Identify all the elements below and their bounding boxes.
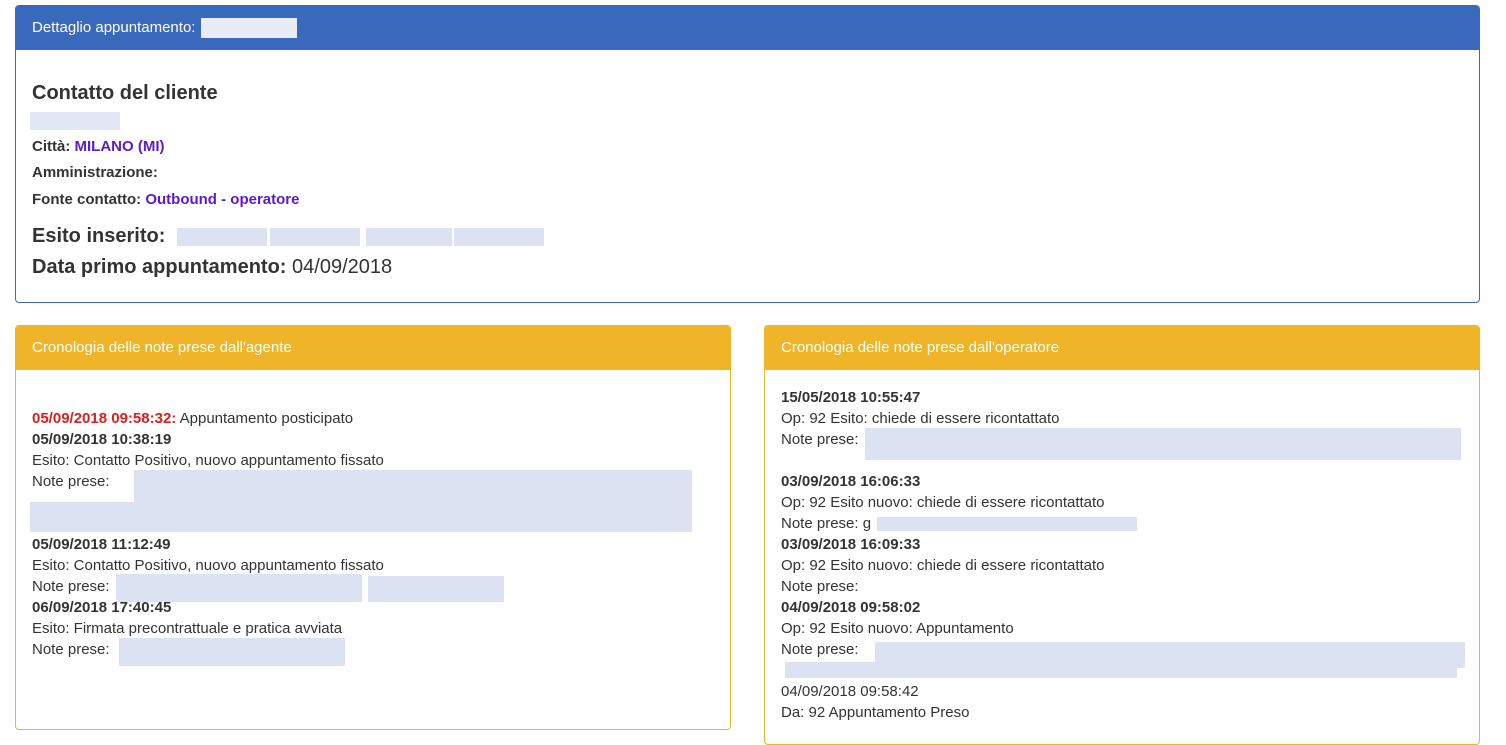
city-label: Città: bbox=[32, 138, 71, 155]
operator-entry-timestamp: 15/05/2018 10:55:47 bbox=[781, 389, 921, 406]
agent-notes-redacted bbox=[116, 574, 362, 602]
operator-extra-text: Da: 92 Appuntamento Preso bbox=[781, 704, 970, 721]
operator-entry-esito: Op: 92 Esito nuovo: chiede di essere ric… bbox=[781, 494, 1105, 511]
first-appt-label: Data primo appuntamento: bbox=[32, 256, 287, 278]
city-row: Città: MILANO (MI) bbox=[32, 138, 164, 155]
agent-notes-redacted bbox=[30, 502, 692, 532]
operator-notes-redacted bbox=[865, 428, 1461, 460]
operator-entry-timestamp: 03/09/2018 16:09:33 bbox=[781, 536, 921, 553]
outcome-redacted bbox=[176, 227, 267, 246]
operator-entry-notes: Note prese: bbox=[781, 431, 859, 448]
operator-notes-redacted bbox=[877, 517, 1137, 531]
operator-entry-notes: Note prese: bbox=[781, 578, 859, 595]
operator-notes-title: Cronologia delle note prese dall'operato… bbox=[781, 339, 1060, 356]
agent-entry-1: 05/09/2018 09:58:32: Appuntamento postic… bbox=[32, 410, 353, 427]
operator-entry-esito: Op: 92 Esito nuovo: Appuntamento bbox=[781, 620, 1014, 637]
operator-notes-header: Cronologia delle note prese dall'operato… bbox=[765, 326, 1479, 370]
first-appt-value: 04/09/2018 bbox=[292, 256, 393, 278]
operator-entry-timestamp: 04/09/2018 09:58:02 bbox=[781, 599, 921, 616]
agent-notes-title: Cronologia delle note prese dall'agente bbox=[32, 339, 292, 356]
outcome-row: Esito inserito: bbox=[32, 225, 544, 248]
agent-notes-redacted bbox=[134, 470, 692, 502]
operator-notes-redacted bbox=[785, 662, 1457, 678]
agent-entry-esito: Esito: Firmata precontrattuale e pratica… bbox=[32, 620, 343, 637]
agent-entry-timestamp: 05/09/2018 10:38:19 bbox=[32, 431, 172, 448]
operator-entry-esito: Op: 92 Esito nuovo: chiede di essere ric… bbox=[781, 557, 1105, 574]
appointment-detail-panel: Dettaglio appuntamento: Contatto del cli… bbox=[15, 5, 1480, 303]
appointment-detail-header: Dettaglio appuntamento: bbox=[16, 6, 1479, 50]
outcome-redacted bbox=[269, 227, 360, 246]
agent-entry-timestamp: 05/09/2018 11:12:49 bbox=[32, 536, 171, 553]
source-row: Fonte contatto: Outbound - operatore bbox=[32, 191, 299, 208]
operator-entry-timestamp: 03/09/2018 16:06:33 bbox=[781, 473, 921, 490]
operator-entry-notes: Note prese: g bbox=[781, 515, 872, 532]
outcome-label: Esito inserito: bbox=[32, 225, 166, 247]
appointment-detail-title: Dettaglio appuntamento: bbox=[32, 19, 196, 36]
agent-notes-panel: Cronologia delle note prese dall'agente … bbox=[15, 325, 731, 730]
source-value: Outbound - operatore bbox=[145, 191, 300, 208]
operator-extra-timestamp: 04/09/2018 09:58:42 bbox=[781, 683, 919, 700]
agent-entry-notes: Note prese: bbox=[32, 473, 110, 490]
agent-entry-timestamp: 05/09/2018 09:58:32: bbox=[32, 410, 177, 427]
operator-entry-notes: Note prese: bbox=[781, 641, 859, 658]
operator-entry-esito: Op: 92 Esito: chiede di essere ricontatt… bbox=[781, 410, 1060, 427]
source-label: Fonte contatto: bbox=[32, 191, 142, 208]
agent-notes-header: Cronologia delle note prese dall'agente bbox=[16, 326, 730, 370]
admin-label: Amministrazione: bbox=[32, 164, 158, 181]
appointment-id-redacted bbox=[201, 18, 298, 38]
agent-entry-text: Appuntamento posticipato bbox=[179, 410, 354, 427]
client-name-redacted bbox=[30, 112, 120, 130]
operator-notes-panel: Cronologia delle note prese dall'operato… bbox=[764, 325, 1480, 745]
agent-entry-notes: Note prese: bbox=[32, 578, 110, 595]
city-value: MILANO (MI) bbox=[74, 138, 165, 155]
agent-entry-esito: Esito: Contatto Positivo, nuovo appuntam… bbox=[32, 557, 384, 574]
outcome-redacted bbox=[365, 227, 452, 246]
agent-entry-esito: Esito: Contatto Positivo, nuovo appuntam… bbox=[32, 452, 384, 469]
agent-notes-redacted bbox=[368, 576, 504, 602]
agent-entry-timestamp: 06/09/2018 17:40:45 bbox=[32, 599, 172, 616]
first-appt-row: Data primo appuntamento: 04/09/2018 bbox=[32, 256, 392, 279]
agent-notes-redacted bbox=[119, 638, 345, 666]
agent-entry-notes: Note prese: bbox=[32, 641, 110, 658]
contact-heading: Contatto del cliente bbox=[32, 82, 218, 104]
outcome-redacted bbox=[453, 227, 544, 246]
